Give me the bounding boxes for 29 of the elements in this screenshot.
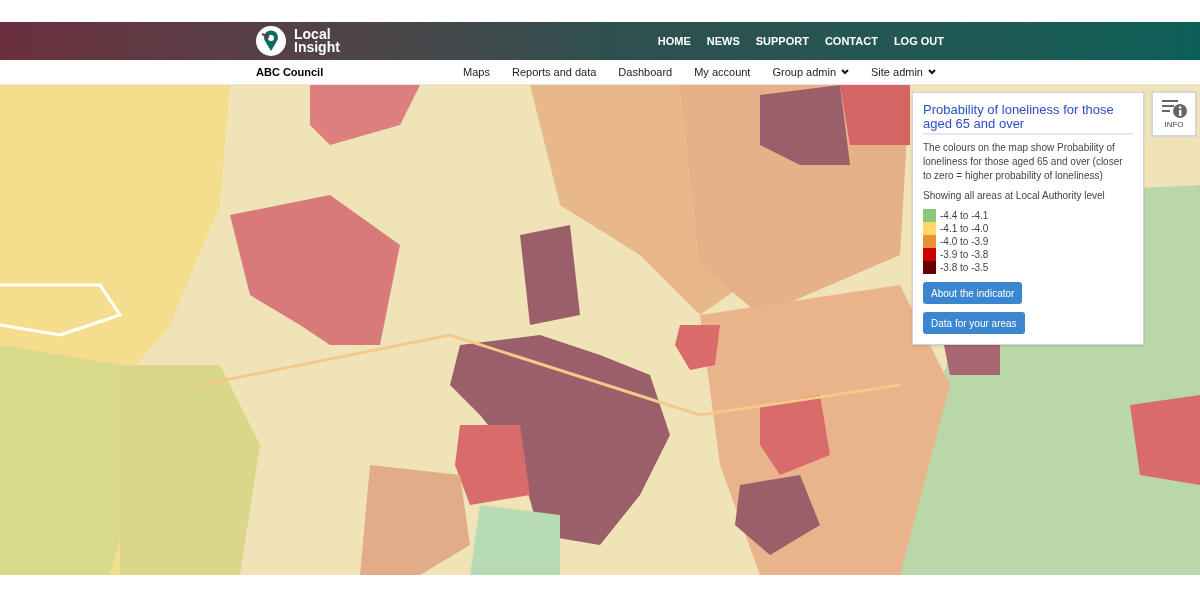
legend-label: -3.8 to -3.5 <box>940 261 989 275</box>
nav-link[interactable]: Dashboard <box>618 63 673 81</box>
info-list-icon <box>1160 98 1188 120</box>
level-note: Showing all areas at Local Authority level <box>923 189 1106 203</box>
chevron-down-icon <box>928 69 936 75</box>
nav-link[interactable]: NEWS <box>706 32 740 50</box>
logo-text: Local <box>294 28 331 41</box>
dropdown-menu[interactable]: Group admin <box>772 63 849 81</box>
logo-text: Insight <box>294 41 340 54</box>
legend-label: -4.4 to -4.1 <box>940 209 989 223</box>
panel-button[interactable]: About the indicator <box>923 282 1023 304</box>
nav-link[interactable]: LOG OUT <box>893 32 944 50</box>
dropdown-menu[interactable]: Site admin <box>871 63 936 81</box>
nav-link[interactable]: My account <box>694 63 751 81</box>
chevron-down-icon <box>841 69 849 75</box>
legend-label: -4.1 to -4.0 <box>940 222 989 236</box>
map-pin-logo-icon <box>256 26 286 56</box>
panel-title: Probability of loneliness for those aged 65 and over <box>923 103 1133 135</box>
nav-link[interactable]: Reports and data <box>511 63 597 81</box>
nav-link[interactable]: HOME <box>657 32 691 50</box>
panel-button[interactable]: Data for your areas <box>923 312 1025 334</box>
info-button[interactable]: INFO <box>1151 91 1197 137</box>
nav-link[interactable]: CONTACT <box>824 32 878 50</box>
organisation-name: ABC Council <box>256 64 324 80</box>
nav-link[interactable]: SUPPORT <box>755 32 809 50</box>
legend-label: -4.0 to -3.9 <box>940 235 989 249</box>
panel-description: The colours on the map show Probability of loneliness for those aged 65 and over (closer to zero = higher probability of loneliness) <box>923 141 1124 183</box>
legend-label: -3.9 to -3.8 <box>940 248 989 262</box>
nav-link[interactable]: Maps <box>463 63 490 81</box>
